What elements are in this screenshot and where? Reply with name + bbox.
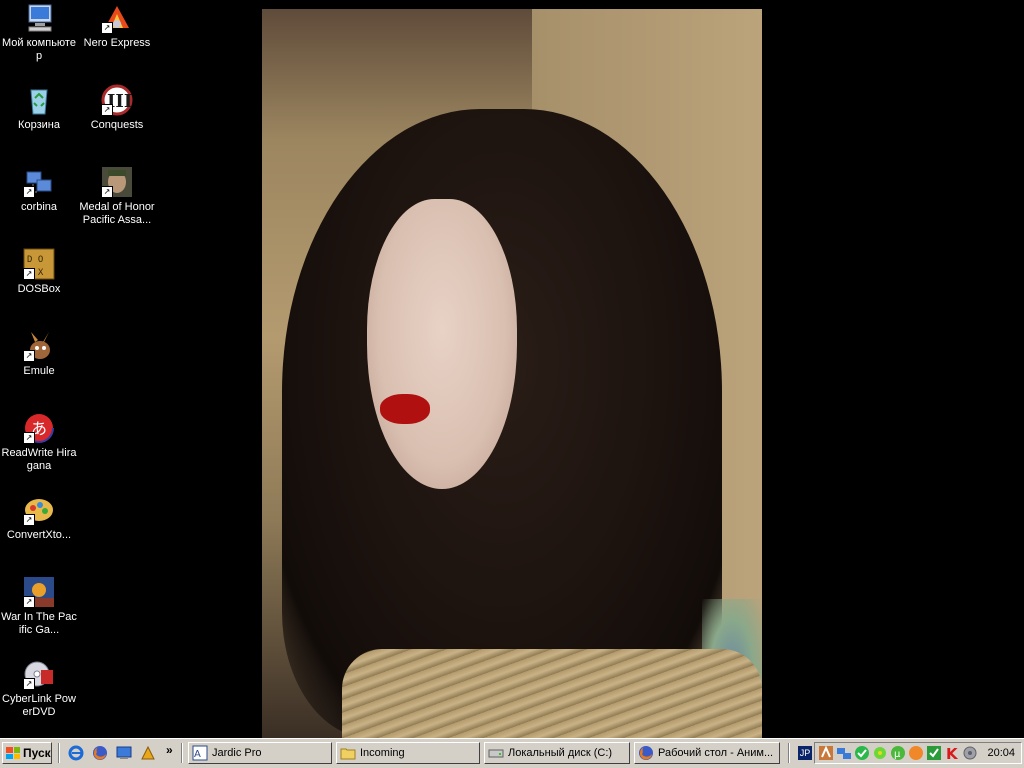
task-label: Incoming xyxy=(360,747,405,759)
war-in-the-pacific-icon: ↗ xyxy=(23,576,55,608)
internet-explorer-icon[interactable] xyxy=(68,745,84,761)
winamp-icon[interactable] xyxy=(140,745,156,761)
firefox-icon xyxy=(638,745,654,761)
desktop: Мой компьютер Корзина ↗ corbina D OS X ↗… xyxy=(0,0,1024,738)
network-connection-icon: ↗ xyxy=(23,166,55,198)
shortcut-arrow-icon: ↗ xyxy=(23,596,35,608)
shortcut-arrow-icon: ↗ xyxy=(101,22,113,34)
civilization-conquests-icon: III ↗ xyxy=(101,84,133,116)
convertxto-icon: ↗ xyxy=(23,494,55,526)
desktop-icon-corbina[interactable]: ↗ corbina xyxy=(0,166,78,214)
dosbox-icon: D OS X ↗ xyxy=(23,248,55,280)
shortcut-arrow-icon: ↗ xyxy=(23,432,35,444)
task-button-incoming[interactable]: Incoming xyxy=(336,742,480,764)
task-button-jardic-pro[interactable]: A Jardic Pro xyxy=(188,742,332,764)
shortcut-arrow-icon: ↗ xyxy=(23,350,35,362)
jardic-icon: A xyxy=(192,745,208,761)
shortcut-arrow-icon: ↗ xyxy=(23,678,35,690)
drive-icon xyxy=(488,745,504,761)
clock[interactable]: 20:04 xyxy=(987,747,1015,759)
task-button-local-disk[interactable]: Локальный диск (C:) xyxy=(484,742,630,764)
taskbar-separator xyxy=(181,743,183,763)
firefox-icon[interactable] xyxy=(92,745,108,761)
powerdvd-icon: ↗ xyxy=(23,658,55,690)
svg-text:D O: D O xyxy=(27,255,43,265)
desktop-icon-convertxto[interactable]: ↗ ConvertXto... xyxy=(0,494,78,542)
show-desktop-icon[interactable] xyxy=(116,745,132,761)
ime-icon[interactable] xyxy=(818,745,834,761)
folder-icon xyxy=(340,745,356,761)
desktop-icon-readwrite-hiragana[interactable]: あ ↗ ReadWrite Hiragana xyxy=(0,412,78,473)
hiragana-icon: あ ↗ xyxy=(23,412,55,444)
desktop-icon-my-computer[interactable]: Мой компьютер xyxy=(0,2,78,63)
start-button-label: Пуск xyxy=(23,746,51,760)
antivirus-icon[interactable] xyxy=(854,745,870,761)
task-label: Локальный диск (C:) xyxy=(508,747,613,759)
wallpaper-photo xyxy=(262,9,762,738)
system-tray: µ K 20:04 xyxy=(814,742,1022,764)
wallpaper-face xyxy=(367,199,517,489)
desktop-icon-war-in-the-pacific[interactable]: ↗ War In The Pacific Ga... xyxy=(0,576,78,637)
avast-icon[interactable] xyxy=(908,745,924,761)
start-button[interactable]: Пуск xyxy=(2,742,52,764)
kaspersky-icon[interactable]: K xyxy=(944,745,960,763)
medal-of-honor-icon: ↗ xyxy=(101,166,133,198)
desktop-icon-conquests[interactable]: III ↗ Conquests xyxy=(78,84,156,132)
quick-launch-overflow-chevron[interactable]: » xyxy=(166,743,173,757)
recycle-bin-icon xyxy=(23,84,55,116)
shortcut-arrow-icon: ↗ xyxy=(23,514,35,526)
desktop-icon-emule[interactable]: ↗ Emule xyxy=(0,330,78,378)
my-computer-icon xyxy=(23,2,55,34)
desktop-icon-recycle-bin[interactable]: Корзина xyxy=(0,84,78,132)
shortcut-arrow-icon: ↗ xyxy=(23,186,35,198)
language-indicator[interactable]: JP xyxy=(798,746,812,760)
shortcut-arrow-icon: ↗ xyxy=(23,268,35,280)
svg-text:µ: µ xyxy=(894,749,901,760)
desktop-icon-powerdvd[interactable]: ↗ CyberLink PowerDVD xyxy=(0,658,78,719)
desktop-icon-dosbox[interactable]: D OS X ↗ DOSBox xyxy=(0,248,78,296)
volume-icon[interactable] xyxy=(962,745,978,761)
windows-flag-icon xyxy=(6,747,20,759)
taskbar-separator xyxy=(58,743,60,763)
emule-icon: ↗ xyxy=(23,330,55,362)
nero-express-icon: ↗ xyxy=(101,2,133,34)
svg-text:K: K xyxy=(946,745,959,761)
network-icon[interactable] xyxy=(836,745,852,761)
task-button-desktop-anim[interactable]: Рабочий стол - Аним... xyxy=(634,742,780,764)
desktop-icon-medal-of-honor[interactable]: ↗ Medal of Honor Pacific Assa... xyxy=(78,166,156,227)
icq-icon[interactable] xyxy=(872,745,888,761)
task-label: Jardic Pro xyxy=(212,747,262,759)
taskbar: Пуск » A Jardic Pro Incoming Локальный д… xyxy=(0,738,1024,768)
task-label: Рабочий стол - Аним... xyxy=(658,747,774,759)
shortcut-arrow-icon: ↗ xyxy=(101,104,113,116)
security-icon[interactable] xyxy=(926,745,942,761)
taskbar-separator xyxy=(788,743,790,763)
wallpaper-rope xyxy=(342,649,762,738)
utorrent-icon[interactable]: µ xyxy=(890,745,906,761)
shortcut-arrow-icon: ↗ xyxy=(101,186,113,198)
desktop-icon-nero-express[interactable]: ↗ Nero Express xyxy=(78,2,156,50)
svg-text:A: A xyxy=(194,749,201,760)
wallpaper-lips xyxy=(380,394,430,424)
